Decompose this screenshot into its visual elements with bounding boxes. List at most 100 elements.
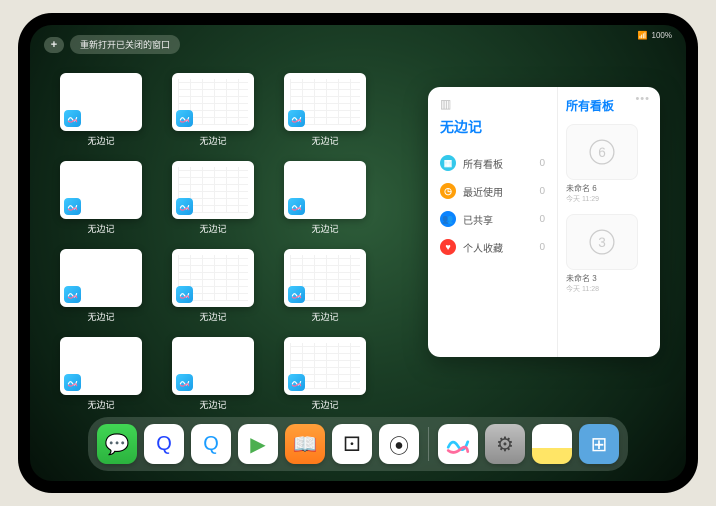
dock-notes-icon[interactable]	[532, 424, 572, 464]
window-thumb[interactable]: 无边记	[284, 73, 366, 147]
category-icon: ▦	[440, 155, 456, 171]
window-thumb[interactable]: 无边记	[172, 337, 254, 411]
board-timestamp: 今天 11:29	[566, 194, 652, 204]
category-count: 0	[539, 158, 545, 169]
dock-separator	[428, 427, 429, 461]
dock-play-icon[interactable]: ▶	[238, 424, 278, 464]
thumb-label: 无边记	[311, 310, 338, 323]
freeform-app-icon	[64, 374, 81, 391]
window-thumb[interactable]: 无边记	[172, 249, 254, 323]
freeform-app-icon	[176, 198, 193, 215]
wifi-icon: 📶	[638, 31, 648, 40]
category-icon: ◷	[440, 183, 456, 199]
thumb-preview	[284, 161, 366, 219]
window-thumb[interactable]: 无边记	[60, 337, 142, 411]
more-icon[interactable]: •••	[635, 93, 650, 105]
category-count: 0	[539, 242, 545, 253]
board-name: 未命名 3	[566, 273, 652, 284]
category-label: 最近使用	[463, 184, 532, 199]
category-icon: ♥	[440, 239, 456, 255]
thumb-label: 无边记	[87, 222, 114, 235]
thumb-preview	[60, 337, 142, 395]
thumb-label: 无边记	[87, 398, 114, 411]
panel-sidebar: ▥ 无边记 ▦ 所有看板 0 ◷ 最近使用 0 👥 已共享 0 ♥ 个人收藏 0	[428, 87, 558, 357]
category-count: 0	[539, 214, 545, 225]
thumb-preview	[60, 73, 142, 131]
category-icon: 👥	[440, 211, 456, 227]
panel-boards: 所有看板 6未命名 6今天 11:293未命名 3今天 11:28	[558, 87, 660, 357]
thumb-label: 无边记	[199, 398, 226, 411]
window-thumb[interactable]: 无边记	[284, 161, 366, 235]
category-count: 0	[539, 186, 545, 197]
thumb-label: 无边记	[199, 222, 226, 235]
window-grid: 无边记无边记无边记无边记无边记无边记无边记无边记无边记无边记无边记无边记	[60, 73, 430, 411]
window-thumb[interactable]: 无边记	[172, 161, 254, 235]
dock-freeform-icon[interactable]	[438, 424, 478, 464]
dock-dice-icon[interactable]: ⚀	[332, 424, 372, 464]
category-item[interactable]: ♥ 个人收藏 0	[440, 233, 545, 261]
thumb-preview	[172, 161, 254, 219]
thumb-label: 无边记	[311, 398, 338, 411]
svg-text:6: 6	[598, 145, 606, 160]
thumb-preview	[284, 337, 366, 395]
thumb-preview	[284, 249, 366, 307]
freeform-app-icon	[176, 110, 193, 127]
status-bar: 📶 100%	[638, 31, 672, 40]
thumb-preview	[60, 249, 142, 307]
dock-wechat-icon[interactable]: 💬	[97, 424, 137, 464]
category-label: 已共享	[463, 212, 532, 227]
window-thumb[interactable]: 无边记	[172, 73, 254, 147]
freeform-app-icon	[64, 110, 81, 127]
dock-quark-hd-icon[interactable]: Q	[144, 424, 184, 464]
screen: 📶 100% + 重新打开已关闭的窗口 无边记无边记无边记无边记无边记无边记无边…	[30, 25, 686, 481]
ipad-frame: 📶 100% + 重新打开已关闭的窗口 无边记无边记无边记无边记无边记无边记无边…	[18, 13, 698, 493]
thumb-preview	[172, 73, 254, 131]
thumb-preview	[60, 161, 142, 219]
board-preview: 3	[566, 214, 638, 270]
freeform-app-icon	[176, 286, 193, 303]
dock-nodes-icon[interactable]: ⦿	[379, 424, 419, 464]
category-item[interactable]: ◷ 最近使用 0	[440, 177, 545, 205]
thumb-label: 无边记	[87, 134, 114, 147]
freeform-app-icon	[64, 198, 81, 215]
thumb-label: 无边记	[311, 222, 338, 235]
category-label: 所有看板	[463, 156, 532, 171]
freeform-app-icon	[288, 110, 305, 127]
thumb-label: 无边记	[311, 134, 338, 147]
dock-app-library-icon[interactable]: ⊞	[579, 424, 619, 464]
dock-quark-icon[interactable]: Q	[191, 424, 231, 464]
board-item[interactable]: 6 未命名 6今天 11:29	[566, 124, 652, 204]
thumb-preview	[172, 337, 254, 395]
battery-label: 100%	[652, 31, 672, 40]
window-thumb[interactable]: 无边记	[60, 73, 142, 147]
board-timestamp: 今天 11:28	[566, 284, 652, 294]
board-preview: 6	[566, 124, 638, 180]
dock-settings-icon[interactable]: ⚙	[485, 424, 525, 464]
svg-text:3: 3	[598, 235, 606, 250]
thumb-preview	[284, 73, 366, 131]
window-thumb[interactable]: 无边记	[284, 249, 366, 323]
thumb-label: 无边记	[199, 310, 226, 323]
thumb-label: 无边记	[199, 134, 226, 147]
freeform-app-icon	[288, 374, 305, 391]
dock: 💬QQ▶📖⚀⦿⚙⊞	[88, 417, 628, 471]
panel-title: 无边记	[440, 117, 545, 137]
category-item[interactable]: 👥 已共享 0	[440, 205, 545, 233]
reopen-closed-button[interactable]: 重新打开已关闭的窗口	[70, 35, 180, 54]
freeform-app-icon	[288, 198, 305, 215]
board-item[interactable]: 3 未命名 3今天 11:28	[566, 214, 652, 294]
dock-books-icon[interactable]: 📖	[285, 424, 325, 464]
freeform-panel: ••• ▥ 无边记 ▦ 所有看板 0 ◷ 最近使用 0 👥 已共享 0 ♥ 个人收藏 0 所有看板 6…	[428, 87, 660, 357]
category-item[interactable]: ▦ 所有看板 0	[440, 149, 545, 177]
window-thumb[interactable]: 无边记	[60, 161, 142, 235]
window-thumb[interactable]: 无边记	[60, 249, 142, 323]
top-controls: + 重新打开已关闭的窗口	[44, 35, 180, 54]
new-window-button[interactable]: +	[44, 37, 64, 53]
freeform-app-icon	[288, 286, 305, 303]
category-label: 个人收藏	[463, 240, 532, 255]
thumb-preview	[172, 249, 254, 307]
window-thumb[interactable]: 无边记	[284, 337, 366, 411]
thumb-label: 无边记	[87, 310, 114, 323]
board-name: 未命名 6	[566, 183, 652, 194]
sidebar-icon[interactable]: ▥	[440, 97, 451, 111]
